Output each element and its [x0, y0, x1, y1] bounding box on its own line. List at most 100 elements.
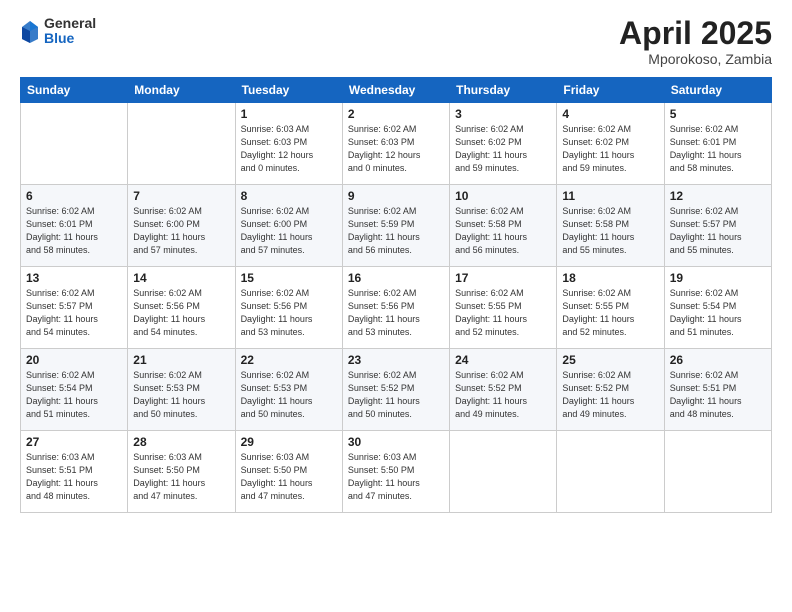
- day-info: Sunrise: 6:02 AM Sunset: 5:56 PM Dayligh…: [241, 287, 337, 339]
- day-info: Sunrise: 6:03 AM Sunset: 6:03 PM Dayligh…: [241, 123, 337, 175]
- calendar-week-3: 13Sunrise: 6:02 AM Sunset: 5:57 PM Dayli…: [21, 267, 772, 349]
- calendar-cell: 11Sunrise: 6:02 AM Sunset: 5:58 PM Dayli…: [557, 185, 664, 267]
- title-block: April 2025 Mporokoso, Zambia: [619, 16, 772, 67]
- day-number: 22: [241, 353, 337, 367]
- col-tuesday: Tuesday: [235, 78, 342, 103]
- day-info: Sunrise: 6:02 AM Sunset: 5:57 PM Dayligh…: [670, 205, 766, 257]
- day-info: Sunrise: 6:02 AM Sunset: 5:54 PM Dayligh…: [26, 369, 122, 421]
- logo-text: General Blue: [44, 16, 96, 47]
- calendar-cell: 30 Sunrise: 6:03 AM Sunset: 5:50 PM Dayli…: [342, 431, 449, 513]
- logo-general-text: General: [44, 16, 96, 31]
- col-monday: Monday: [128, 78, 235, 103]
- day-info: Sunrise: 6:02 AM Sunset: 6:01 PM Dayligh…: [26, 205, 122, 257]
- month-title: April 2025: [619, 16, 772, 51]
- day-info: Sunrise: 6:02 AM Sunset: 6:02 PM Dayligh…: [562, 123, 658, 175]
- day-info: Sunrise: 6:03 AM Sunset: 5:50 PM Dayligh…: [133, 451, 229, 503]
- day-info: Sunrise: 6:02 AM Sunset: 6:00 PM Dayligh…: [133, 205, 229, 257]
- day-number: 6: [26, 189, 122, 203]
- day-info: Sunrise: 6:02 AM Sunset: 5:55 PM Dayligh…: [562, 287, 658, 339]
- calendar-cell: 1 Sunrise: 6:03 AM Sunset: 6:03 PM Daylig…: [235, 103, 342, 185]
- day-info: Sunrise: 6:02 AM Sunset: 5:55 PM Dayligh…: [455, 287, 551, 339]
- day-number: 7: [133, 189, 229, 203]
- calendar-cell: [557, 431, 664, 513]
- day-info: Sunrise: 6:03 AM Sunset: 5:50 PM Dayligh…: [241, 451, 337, 503]
- calendar-cell: 6 Sunrise: 6:02 AM Sunset: 6:01 PM Daylig…: [21, 185, 128, 267]
- calendar-cell: 28 Sunrise: 6:03 AM Sunset: 5:50 PM Dayli…: [128, 431, 235, 513]
- logo-blue-text: Blue: [44, 31, 96, 46]
- day-info: Sunrise: 6:02 AM Sunset: 6:00 PM Dayligh…: [241, 205, 337, 257]
- day-info: Sunrise: 6:02 AM Sunset: 6:03 PM Dayligh…: [348, 123, 444, 175]
- day-number: 3: [455, 107, 551, 121]
- day-number: 28: [133, 435, 229, 449]
- calendar: Sunday Monday Tuesday Wednesday Thursday…: [20, 77, 772, 513]
- col-friday: Friday: [557, 78, 664, 103]
- day-number: 17: [455, 271, 551, 285]
- calendar-cell: 18 Sunrise: 6:02 AM Sunset: 5:55 PM Dayli…: [557, 267, 664, 349]
- calendar-cell: 23 Sunrise: 6:02 AM Sunset: 5:52 PM Dayli…: [342, 349, 449, 431]
- day-number: 23: [348, 353, 444, 367]
- day-number: 5: [670, 107, 766, 121]
- day-number: 24: [455, 353, 551, 367]
- calendar-cell: [450, 431, 557, 513]
- day-info: Sunrise: 6:02 AM Sunset: 6:02 PM Dayligh…: [455, 123, 551, 175]
- calendar-cell: 29Sunrise: 6:03 AM Sunset: 5:50 PM Dayli…: [235, 431, 342, 513]
- day-number: 25: [562, 353, 658, 367]
- day-info: Sunrise: 6:02 AM Sunset: 5:52 PM Dayligh…: [348, 369, 444, 421]
- day-info: Sunrise: 6:02 AM Sunset: 5:56 PM Dayligh…: [348, 287, 444, 339]
- calendar-header-row: Sunday Monday Tuesday Wednesday Thursday…: [21, 78, 772, 103]
- col-sunday: Sunday: [21, 78, 128, 103]
- calendar-cell: 8Sunrise: 6:02 AM Sunset: 6:00 PM Daylig…: [235, 185, 342, 267]
- day-info: Sunrise: 6:02 AM Sunset: 5:52 PM Dayligh…: [455, 369, 551, 421]
- day-number: 18: [562, 271, 658, 285]
- calendar-cell: 3 Sunrise: 6:02 AM Sunset: 6:02 PM Daylig…: [450, 103, 557, 185]
- day-info: Sunrise: 6:02 AM Sunset: 5:53 PM Dayligh…: [133, 369, 229, 421]
- calendar-cell: 24 Sunrise: 6:02 AM Sunset: 5:52 PM Dayli…: [450, 349, 557, 431]
- col-wednesday: Wednesday: [342, 78, 449, 103]
- day-info: Sunrise: 6:02 AM Sunset: 6:01 PM Dayligh…: [670, 123, 766, 175]
- calendar-week-4: 20 Sunrise: 6:02 AM Sunset: 5:54 PM Dayli…: [21, 349, 772, 431]
- day-info: Sunrise: 6:02 AM Sunset: 5:54 PM Dayligh…: [670, 287, 766, 339]
- header: General Blue April 2025 Mporokoso, Zambi…: [20, 16, 772, 67]
- calendar-cell: 16 Sunrise: 6:02 AM Sunset: 5:56 PM Dayli…: [342, 267, 449, 349]
- calendar-week-5: 27 Sunrise: 6:03 AM Sunset: 5:51 PM Dayli…: [21, 431, 772, 513]
- day-info: Sunrise: 6:02 AM Sunset: 5:53 PM Dayligh…: [241, 369, 337, 421]
- calendar-cell: 26Sunrise: 6:02 AM Sunset: 5:51 PM Dayli…: [664, 349, 771, 431]
- calendar-cell: 17 Sunrise: 6:02 AM Sunset: 5:55 PM Dayli…: [450, 267, 557, 349]
- day-number: 4: [562, 107, 658, 121]
- calendar-cell: 22 Sunrise: 6:02 AM Sunset: 5:53 PM Dayli…: [235, 349, 342, 431]
- day-number: 9: [348, 189, 444, 203]
- day-number: 26: [670, 353, 766, 367]
- calendar-cell: [664, 431, 771, 513]
- calendar-cell: 14Sunrise: 6:02 AM Sunset: 5:56 PM Dayli…: [128, 267, 235, 349]
- calendar-cell: 25 Sunrise: 6:02 AM Sunset: 5:52 PM Dayli…: [557, 349, 664, 431]
- day-number: 2: [348, 107, 444, 121]
- calendar-week-1: 1 Sunrise: 6:03 AM Sunset: 6:03 PM Daylig…: [21, 103, 772, 185]
- day-number: 30: [348, 435, 444, 449]
- calendar-cell: [128, 103, 235, 185]
- day-info: Sunrise: 6:03 AM Sunset: 5:50 PM Dayligh…: [348, 451, 444, 503]
- calendar-cell: 21 Sunrise: 6:02 AM Sunset: 5:53 PM Dayli…: [128, 349, 235, 431]
- day-info: Sunrise: 6:02 AM Sunset: 5:56 PM Dayligh…: [133, 287, 229, 339]
- day-number: 27: [26, 435, 122, 449]
- col-thursday: Thursday: [450, 78, 557, 103]
- calendar-cell: 9 Sunrise: 6:02 AM Sunset: 5:59 PM Daylig…: [342, 185, 449, 267]
- calendar-week-2: 6 Sunrise: 6:02 AM Sunset: 6:01 PM Daylig…: [21, 185, 772, 267]
- day-number: 12: [670, 189, 766, 203]
- day-number: 20: [26, 353, 122, 367]
- day-number: 19: [670, 271, 766, 285]
- calendar-cell: 19 Sunrise: 6:02 AM Sunset: 5:54 PM Dayli…: [664, 267, 771, 349]
- day-number: 16: [348, 271, 444, 285]
- day-number: 21: [133, 353, 229, 367]
- day-number: 1: [241, 107, 337, 121]
- calendar-cell: 20 Sunrise: 6:02 AM Sunset: 5:54 PM Dayli…: [21, 349, 128, 431]
- day-info: Sunrise: 6:03 AM Sunset: 5:51 PM Dayligh…: [26, 451, 122, 503]
- day-info: Sunrise: 6:02 AM Sunset: 5:52 PM Dayligh…: [562, 369, 658, 421]
- calendar-cell: 27 Sunrise: 6:03 AM Sunset: 5:51 PM Dayli…: [21, 431, 128, 513]
- logo: General Blue: [20, 16, 96, 47]
- day-info: Sunrise: 6:02 AM Sunset: 5:58 PM Dayligh…: [455, 205, 551, 257]
- day-info: Sunrise: 6:02 AM Sunset: 5:59 PM Dayligh…: [348, 205, 444, 257]
- day-info: Sunrise: 6:02 AM Sunset: 5:58 PM Dayligh…: [562, 205, 658, 257]
- calendar-cell: 15Sunrise: 6:02 AM Sunset: 5:56 PM Dayli…: [235, 267, 342, 349]
- calendar-cell: 10Sunrise: 6:02 AM Sunset: 5:58 PM Dayli…: [450, 185, 557, 267]
- day-info: Sunrise: 6:02 AM Sunset: 5:57 PM Dayligh…: [26, 287, 122, 339]
